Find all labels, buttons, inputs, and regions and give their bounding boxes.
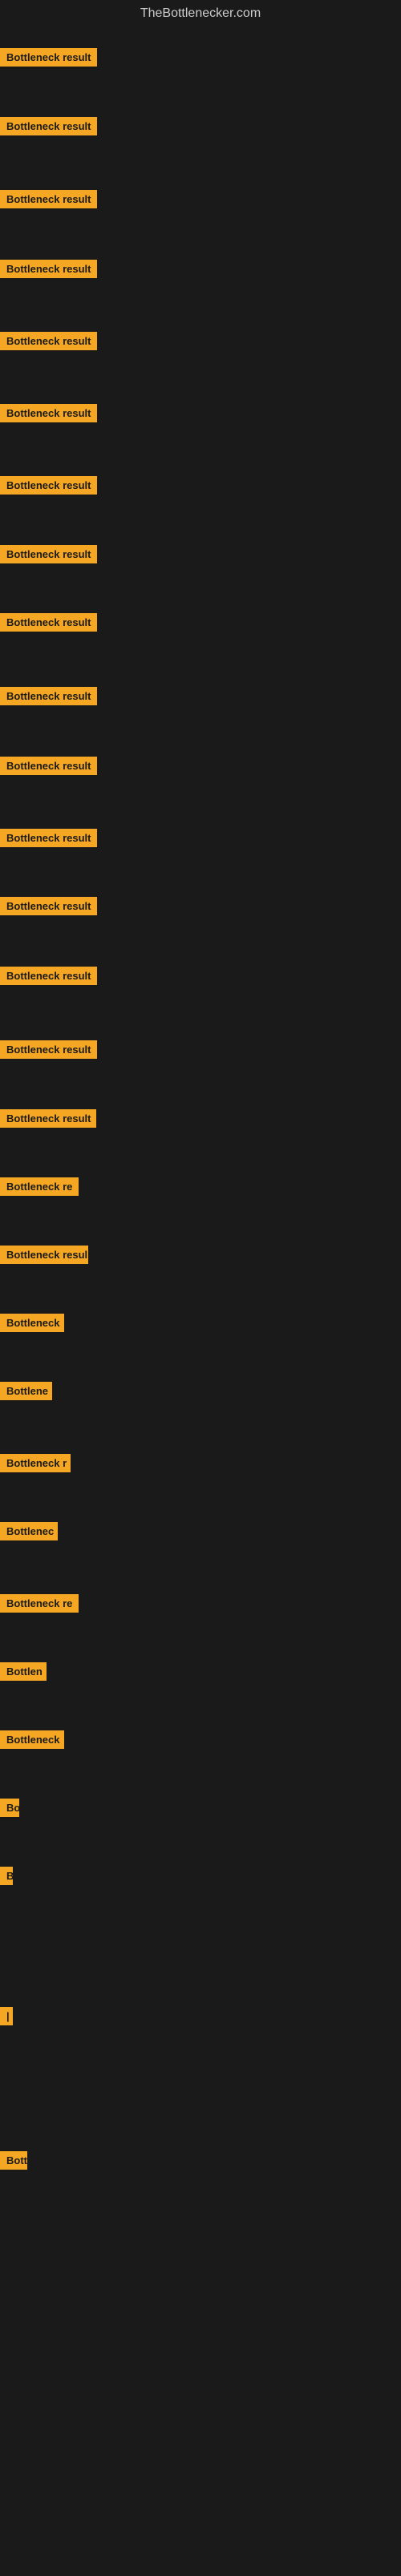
bottleneck-badge: Bottleneck re (0, 1594, 79, 1613)
bottleneck-badge: Bottleneck result (0, 1040, 97, 1059)
bottleneck-badge: Bottleneck resul (0, 1246, 88, 1264)
bottleneck-badge: Bottleneck result (0, 1109, 96, 1128)
bottleneck-badge: | (0, 2007, 13, 2025)
bottleneck-result-item[interactable]: Bottleneck result (0, 404, 97, 426)
bottleneck-result-item[interactable]: Bottleneck result (0, 332, 97, 354)
bottleneck-badge: Bottlenec (0, 1522, 58, 1540)
bottleneck-badge: Bottleneck result (0, 687, 97, 705)
bottleneck-result-item[interactable]: Bo (0, 1799, 19, 1821)
bottleneck-result-item[interactable]: Bottleneck result (0, 897, 97, 919)
bottleneck-result-item[interactable]: Bottleneck result (0, 190, 97, 212)
bottleneck-result-item[interactable]: Bottleneck result (0, 260, 97, 282)
bottleneck-badge: Bottlen (0, 1662, 47, 1681)
bottleneck-badge: Bottleneck result (0, 897, 97, 915)
bottleneck-result-item[interactable]: B (0, 1867, 13, 1889)
bottleneck-result-item[interactable]: Bottleneck result (0, 48, 97, 71)
bottleneck-badge: Bottleneck result (0, 260, 97, 278)
bottleneck-result-item[interactable]: Bottleneck result (0, 613, 97, 636)
bottleneck-badge: Bottleneck result (0, 967, 97, 985)
bottleneck-result-item[interactable]: Bottleneck re (0, 1594, 79, 1617)
bottleneck-badge: Bottleneck result (0, 829, 97, 847)
bottleneck-result-item[interactable]: Bottleneck resul (0, 1246, 88, 1268)
bottleneck-result-item[interactable]: Bottleneck result (0, 476, 97, 499)
bottleneck-badge: Bottleneck result (0, 117, 97, 135)
bottleneck-badge: Bottleneck result (0, 545, 97, 563)
bottleneck-badge: Bottleneck result (0, 190, 97, 208)
bottleneck-badge: Bo (0, 1799, 19, 1817)
bottleneck-badge: Bott (0, 2151, 27, 2170)
bottleneck-result-item[interactable]: Bottlenec (0, 1522, 58, 1544)
bottleneck-result-item[interactable]: Bottleneck result (0, 1109, 96, 1132)
bottleneck-result-item[interactable]: Bott (0, 2151, 27, 2174)
bottleneck-badge: Bottleneck r (0, 1454, 71, 1472)
bottleneck-badge: B (0, 1867, 13, 1885)
bottleneck-badge: Bottleneck result (0, 613, 97, 632)
bottleneck-result-item[interactable]: Bottlen (0, 1662, 47, 1685)
bottleneck-result-item[interactable]: Bottleneck result (0, 1040, 97, 1063)
bottleneck-badge: Bottleneck result (0, 48, 97, 67)
bottleneck-badge: Bottleneck re (0, 1177, 79, 1196)
bottleneck-result-item[interactable]: Bottleneck result (0, 545, 97, 567)
bottleneck-result-item[interactable]: Bottleneck re (0, 1177, 79, 1200)
bottleneck-badge: Bottleneck result (0, 404, 97, 422)
bottleneck-result-item[interactable]: Bottlene (0, 1382, 52, 1404)
bottleneck-result-item[interactable]: Bottleneck result (0, 757, 97, 779)
bottleneck-result-item[interactable]: Bottleneck result (0, 829, 97, 851)
bottleneck-result-item[interactable]: Bottleneck result (0, 967, 97, 989)
bottleneck-badge: Bottleneck result (0, 332, 97, 350)
bottleneck-result-item[interactable]: Bottleneck r (0, 1454, 71, 1476)
site-title: TheBottlenecker.com (0, 0, 401, 27)
bottleneck-badge: Bottleneck result (0, 476, 97, 495)
bottleneck-badge: Bottleneck result (0, 757, 97, 775)
bottleneck-badge: Bottleneck (0, 1730, 64, 1749)
bottleneck-result-item[interactable]: Bottleneck result (0, 687, 97, 709)
bottleneck-result-item[interactable]: Bottleneck result (0, 117, 97, 139)
bottleneck-badge: Bottlene (0, 1382, 52, 1400)
bottleneck-result-item[interactable]: Bottleneck (0, 1730, 64, 1753)
bottleneck-result-item[interactable]: Bottleneck (0, 1314, 64, 1336)
bottleneck-result-item[interactable]: | (0, 2007, 13, 2029)
bottleneck-badge: Bottleneck (0, 1314, 64, 1332)
